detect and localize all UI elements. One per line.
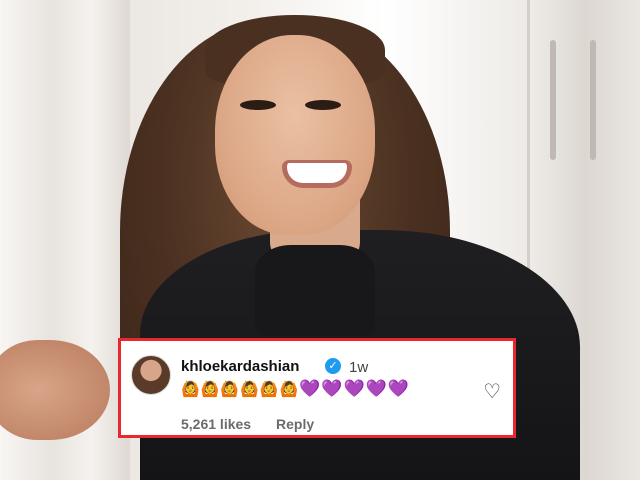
person-gesturing-ok-emoji: 🙆 bbox=[181, 380, 200, 398]
turtleneck bbox=[255, 245, 375, 335]
purple-heart-emoji: 💜 bbox=[387, 379, 409, 399]
like-heart-icon[interactable]: ♡ bbox=[483, 381, 501, 401]
person-gesturing-ok-emoji: 🙆 bbox=[220, 380, 240, 398]
like-count[interactable]: 5,261 likes bbox=[181, 416, 251, 432]
person-gesturing-ok-emoji: 🙆 bbox=[259, 380, 279, 398]
instagram-comment-card: khloekardashian ✓ 1w 🙆 🙆 🙆 🙆 🙆 🙆 💜 💜 💜 💜… bbox=[118, 338, 516, 438]
person-gesturing-ok-emoji: 🙆 bbox=[240, 380, 259, 398]
left-eye bbox=[240, 100, 276, 110]
comment-timestamp[interactable]: 1w bbox=[349, 359, 368, 376]
smile bbox=[282, 160, 352, 188]
person-gesturing-ok-emoji: 🙆 bbox=[279, 380, 299, 398]
purple-heart-emoji: 💜 bbox=[321, 379, 343, 399]
verified-badge-icon: ✓ bbox=[325, 358, 341, 374]
face bbox=[215, 35, 375, 235]
person-gesturing-ok-emoji: 🙆 bbox=[200, 380, 220, 398]
reply-button[interactable]: Reply bbox=[276, 416, 314, 432]
comment-text: 🙆 🙆 🙆 🙆 🙆 🙆 💜 💜 💜 💜 💜 bbox=[181, 379, 409, 399]
comment-username[interactable]: khloekardashian bbox=[181, 358, 299, 375]
avatar[interactable] bbox=[131, 355, 171, 395]
right-eye bbox=[305, 100, 341, 110]
purple-heart-emoji: 💜 bbox=[299, 379, 321, 399]
purple-heart-emoji: 💜 bbox=[365, 379, 387, 399]
purple-heart-emoji: 💜 bbox=[343, 379, 365, 399]
